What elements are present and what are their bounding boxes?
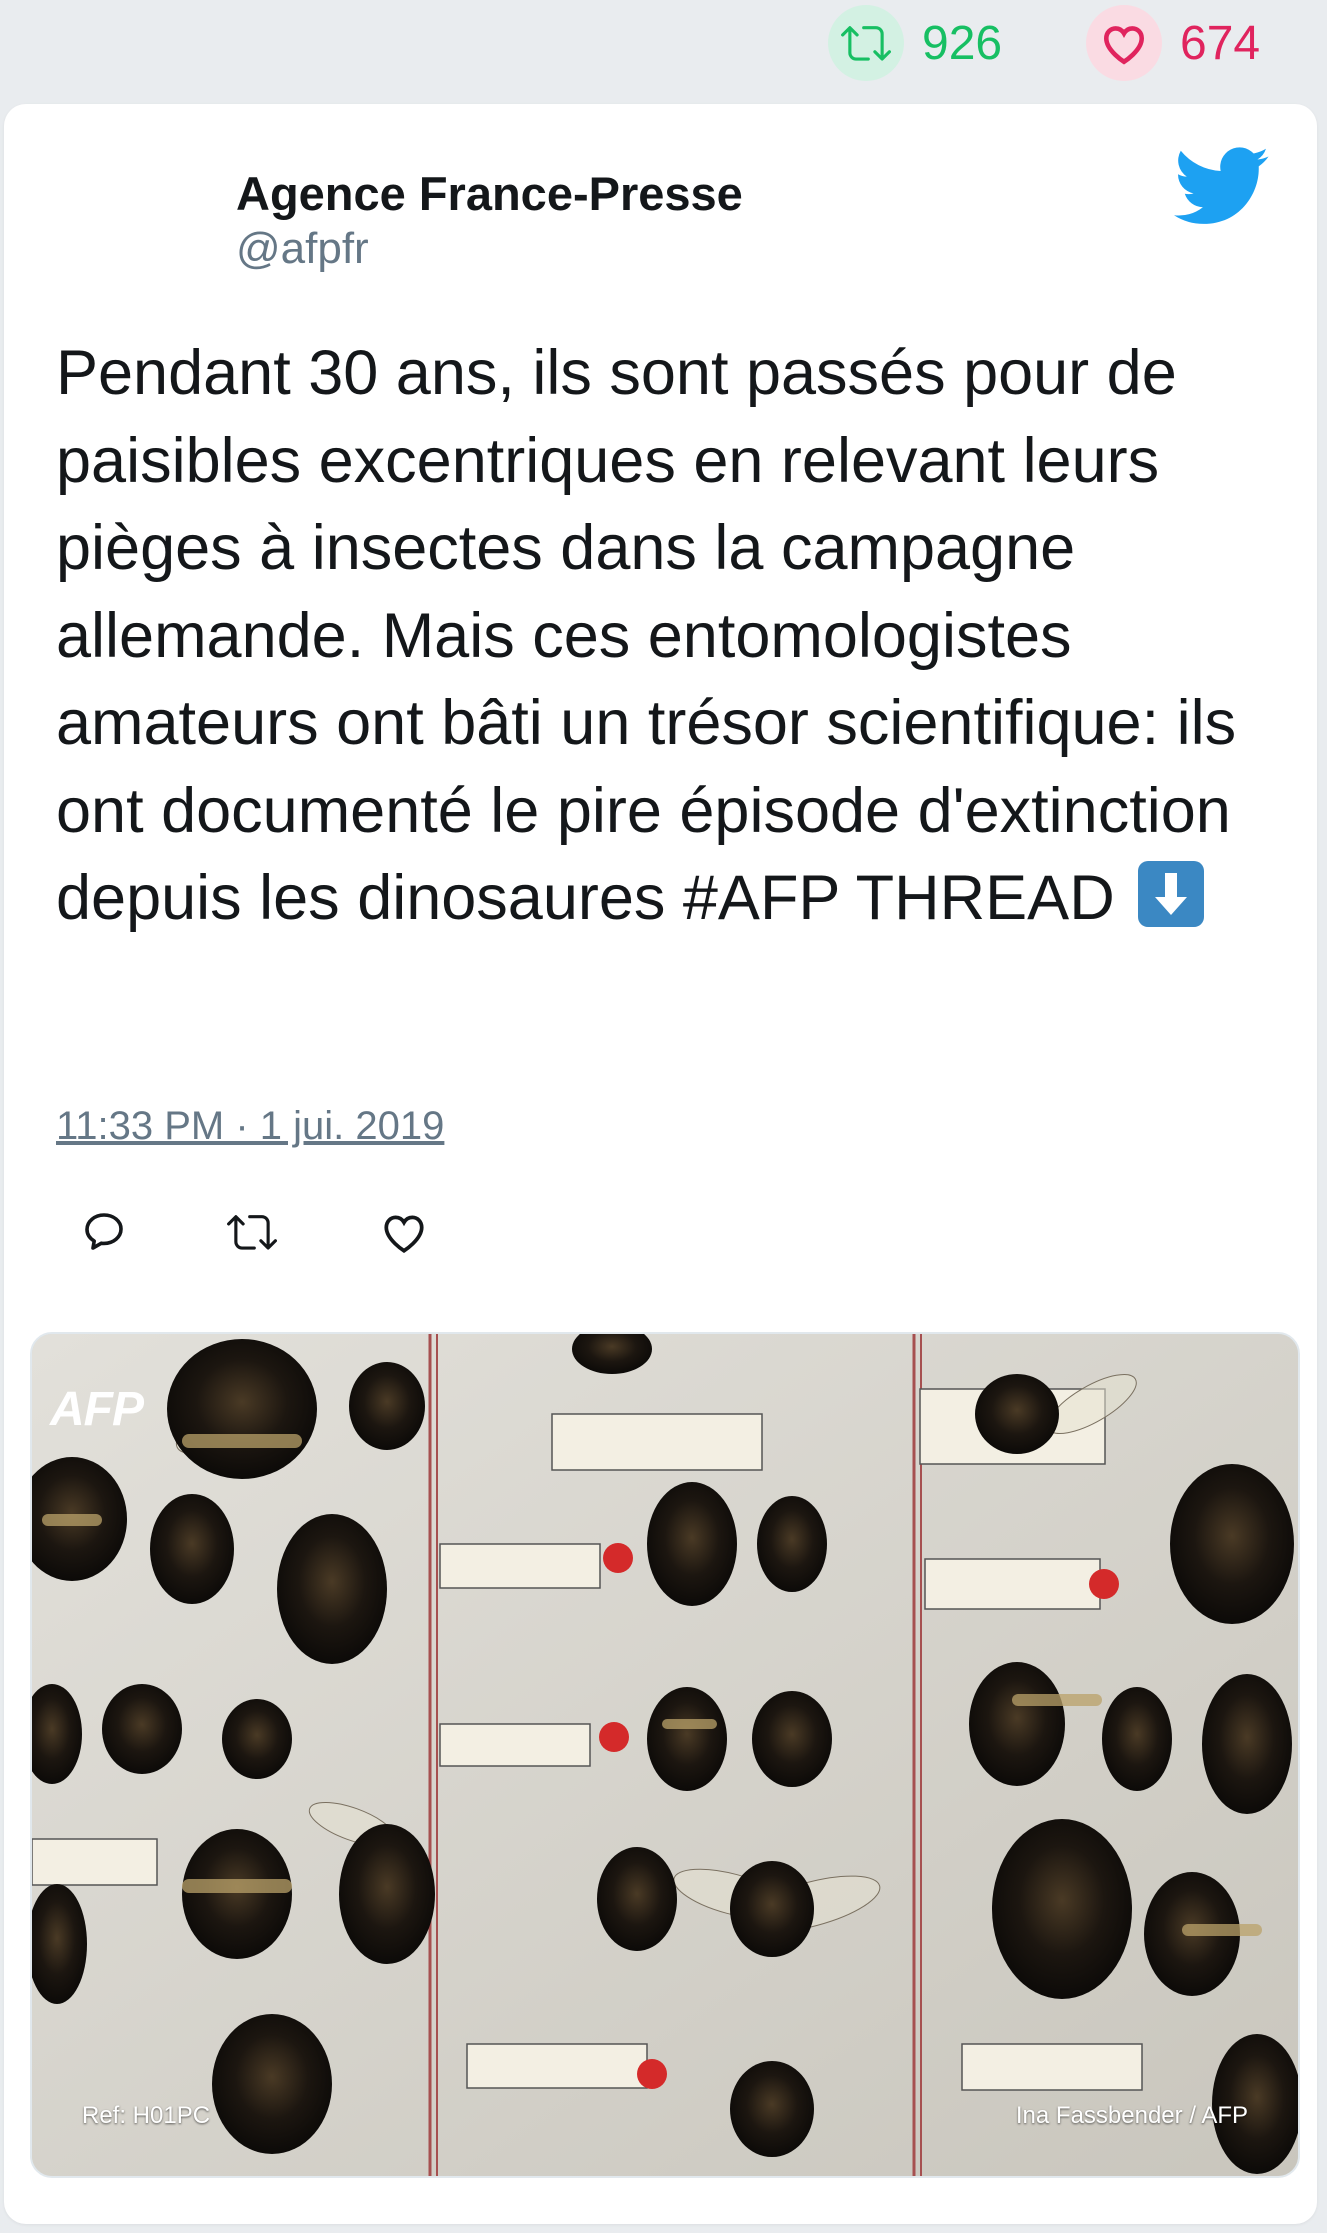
tweet-body: Pendant 30 ans, ils sont passés pour de …: [56, 338, 1254, 933]
twitter-bird-icon[interactable]: [1174, 146, 1270, 228]
retweet-action-icon: [227, 1215, 277, 1250]
afp-logo: AFP: [50, 1383, 144, 1436]
reply-button[interactable]: [74, 1202, 134, 1262]
heart-icon: [1086, 5, 1162, 81]
retweet-count-value: 926: [922, 16, 1003, 70]
tweet-text: Pendant 30 ans, ils sont passés pour de …: [56, 330, 1286, 943]
heart-action-icon: [384, 1215, 424, 1253]
photo-ref: Ref: H01PC: [82, 2102, 211, 2129]
like-count-value: 674: [1180, 16, 1261, 70]
insect-collection-photo: [32, 1334, 1298, 2176]
author-name[interactable]: Agence France-Presse: [236, 166, 743, 221]
engagement-stats: 926 674: [0, 0, 1327, 100]
retweet-icon: [828, 5, 904, 81]
tweet-photo[interactable]: AFP Ref: H01PC Ina Fassbender / AFP: [30, 1332, 1300, 2178]
like-count[interactable]: 674: [1086, 4, 1260, 82]
like-button[interactable]: [374, 1202, 434, 1262]
tweet-card: Agence France-Presse @afpfr Pendant 30 a…: [4, 104, 1317, 2224]
tweet-timestamp[interactable]: 11:33 PM · 1 jui. 2019: [56, 1104, 444, 1149]
reply-icon: [85, 1213, 123, 1250]
retweet-button[interactable]: [222, 1202, 282, 1262]
photo-credit: Ina Fassbender / AFP: [1015, 2102, 1248, 2129]
author-handle[interactable]: @afpfr: [236, 224, 369, 274]
retweet-count[interactable]: 926: [828, 4, 1002, 82]
down-arrow-emoji-icon: [1138, 861, 1205, 927]
